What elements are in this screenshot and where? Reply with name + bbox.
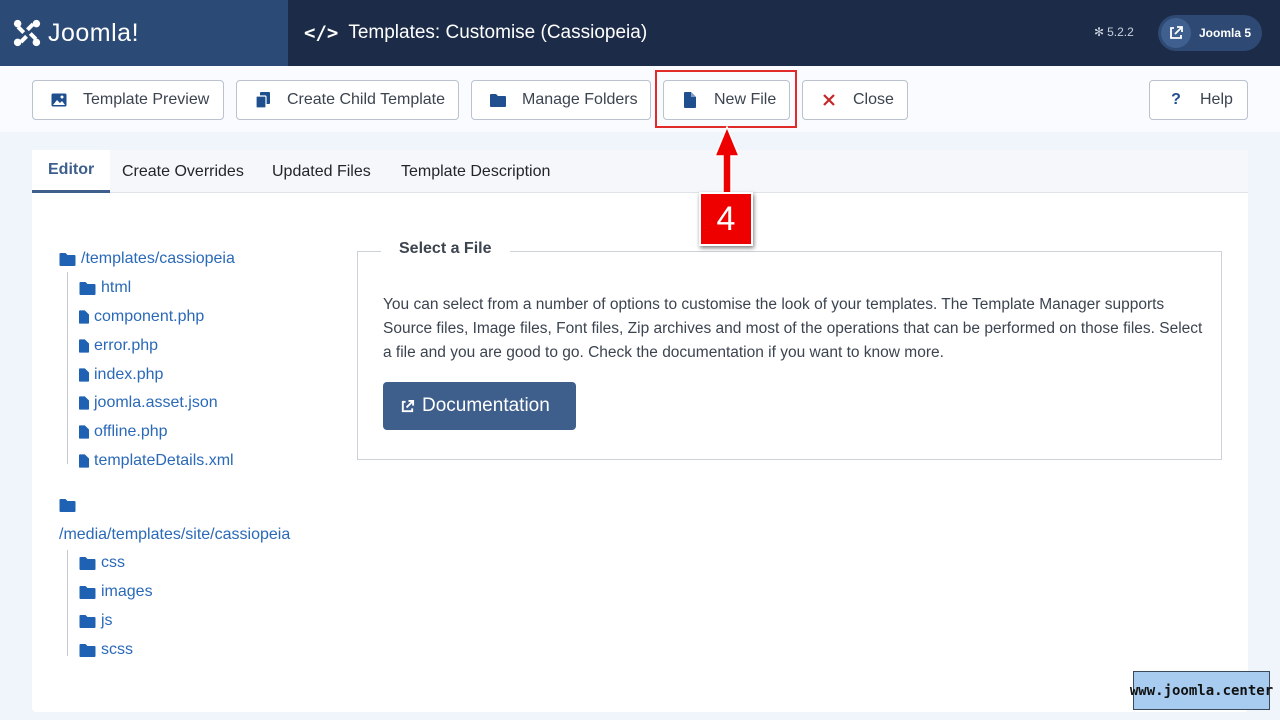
tree-folder-media[interactable]: /media/templates/site/cassiopeia: [59, 526, 290, 544]
create-child-template-label: Create Child Template: [287, 91, 446, 108]
joomla-small-icon: ✻: [1094, 25, 1105, 39]
top-header: Joomla! </> Templates: Customise (Cassio…: [0, 0, 1280, 66]
close-icon: [821, 92, 837, 108]
tree-file-component[interactable]: component.php: [79, 308, 204, 326]
tree-folder-js[interactable]: js: [79, 612, 113, 630]
help-label: Help: [1200, 91, 1233, 108]
tree-file-error[interactable]: error.php: [79, 337, 158, 355]
folder-icon: [79, 614, 96, 628]
question-icon: ?: [1171, 91, 1181, 108]
tree-item-label: scss: [101, 641, 133, 658]
tree-folder-label: /templates/cassiopeia: [81, 250, 235, 267]
tree-item-label: error.php: [94, 337, 159, 354]
tree-item-label: offline.php: [94, 423, 168, 440]
tree-folder-scss[interactable]: scss: [79, 641, 133, 659]
tree-item-label: component.php: [94, 308, 205, 325]
view-site-button[interactable]: Joomla 5: [1158, 15, 1262, 51]
select-file-description: You can select from a number of options …: [383, 296, 1203, 361]
tree-connector: [67, 550, 68, 656]
tree-file-template-details[interactable]: templateDetails.xml: [79, 452, 234, 470]
copy-icon: [255, 92, 271, 108]
watermark: www.joomla.center: [1130, 671, 1273, 710]
tree-file-asset-json[interactable]: joomla.asset.json: [79, 394, 218, 412]
logo-text: Joomla!: [48, 18, 140, 47]
version-info: ✻ 5.2.2: [1094, 25, 1134, 39]
tree-item-label: js: [101, 612, 113, 629]
file-icon: [79, 310, 89, 324]
step-callout: 4: [699, 192, 753, 246]
tree-item-label: joomla.asset.json: [94, 394, 218, 411]
folder-icon: [79, 643, 96, 657]
manage-folders-button[interactable]: Manage Folders: [471, 80, 651, 120]
tree-item-label: index.php: [94, 366, 164, 383]
tab-bar: Editor Create Overrides Updated Files Te…: [32, 150, 1248, 193]
tree-file-offline[interactable]: offline.php: [79, 423, 168, 441]
template-preview-button[interactable]: Template Preview: [32, 80, 224, 120]
tree-folder-label: /media/templates/site/cassiopeia: [59, 526, 291, 543]
close-label: Close: [853, 91, 894, 108]
tree-item-label: templateDetails.xml: [94, 452, 234, 469]
tree-folder-images[interactable]: images: [79, 583, 153, 601]
tab-updated-files[interactable]: Updated Files: [272, 150, 371, 193]
documentation-button[interactable]: Documentation: [383, 382, 576, 430]
toolbar: Template Preview Create Child Template M…: [0, 66, 1280, 132]
tree-folder-css[interactable]: css: [79, 554, 125, 572]
tree-file-index[interactable]: index.php: [79, 366, 163, 384]
tree-item-label: css: [101, 554, 125, 571]
folder-icon: [79, 281, 96, 295]
file-icon: [79, 368, 89, 382]
folder-icon: [79, 585, 96, 599]
tab-editor[interactable]: Editor: [32, 150, 111, 193]
tree-folder-media-icon-row[interactable]: [59, 498, 81, 512]
external-link-icon: [400, 399, 415, 414]
joomla-logo[interactable]: Joomla!: [0, 0, 288, 66]
image-icon: [51, 92, 67, 108]
create-child-template-button[interactable]: Create Child Template: [236, 80, 459, 120]
select-file-legend: Select a File: [381, 240, 510, 258]
page-title-text: Templates: Customise (Cassiopeia): [348, 22, 648, 43]
joomla-logo-icon: [13, 19, 41, 47]
file-icon: [79, 396, 89, 410]
tree-folder-templates[interactable]: /templates/cassiopeia: [59, 250, 235, 268]
callout-arrow-icon: [713, 126, 741, 194]
site-button-label: Joomla 5: [1199, 26, 1252, 40]
new-file-highlight: [655, 70, 797, 128]
folder-icon: [59, 498, 76, 512]
file-icon: [79, 339, 89, 353]
template-preview-label: Template Preview: [83, 91, 210, 108]
close-button[interactable]: Close: [802, 80, 908, 120]
tree-connector: [67, 272, 68, 464]
help-button[interactable]: ? Help: [1149, 80, 1248, 120]
folder-icon: [59, 252, 76, 266]
manage-folders-label: Manage Folders: [522, 91, 638, 108]
tab-create-overrides[interactable]: Create Overrides: [122, 150, 244, 193]
tree-item-label: html: [101, 279, 132, 296]
code-icon: </>: [304, 22, 339, 44]
file-icon: [79, 454, 89, 468]
tree-item-label: images: [101, 583, 153, 600]
tree-folder-html[interactable]: html: [79, 279, 131, 297]
folder-icon: [79, 556, 96, 570]
page-title: </> Templates: Customise (Cassiopeia): [304, 22, 647, 44]
tab-template-description[interactable]: Template Description: [401, 150, 550, 193]
documentation-label: Documentation: [422, 395, 550, 416]
external-link-icon: [1161, 18, 1191, 48]
file-icon: [79, 425, 89, 439]
version-text: 5.2.2: [1107, 25, 1134, 39]
folder-icon: [490, 92, 506, 108]
